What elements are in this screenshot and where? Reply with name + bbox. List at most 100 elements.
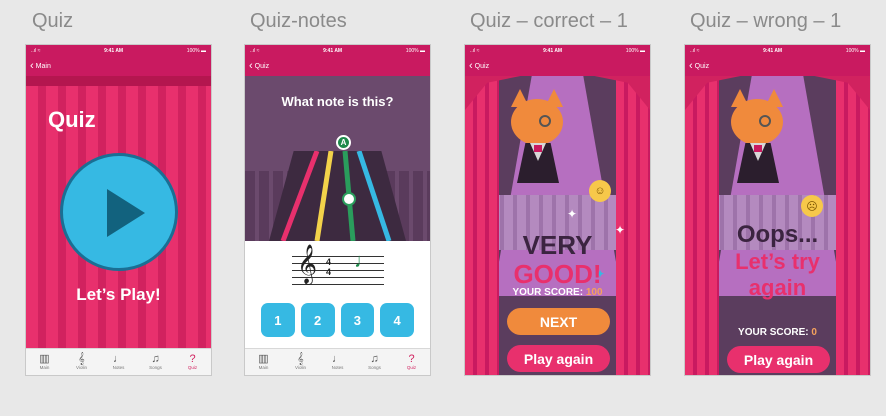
board-label-quiz: Quiz xyxy=(32,10,74,32)
tab-label: Violin xyxy=(76,365,87,370)
smile-emoji-icon: ☺ xyxy=(589,180,611,202)
bow-tie-icon xyxy=(534,145,542,152)
battery-indicator: 100% ▬ xyxy=(186,47,206,54)
answer-button-2[interactable]: 2 xyxy=(300,303,335,337)
cat-head xyxy=(511,99,563,145)
battery-indicator: 100% ▬ xyxy=(625,47,645,54)
cat-mascot xyxy=(727,89,787,189)
tab-quiz[interactable]: ? Quiz xyxy=(393,349,430,375)
quarter-note-icon: ♩ xyxy=(354,250,374,272)
headline-lets-try: Let’s try xyxy=(735,249,820,274)
question-icon: ? xyxy=(408,353,415,365)
back-button-label[interactable]: Quiz xyxy=(695,63,709,70)
play-icon xyxy=(107,189,145,237)
tab-notes[interactable]: ♩ Notes xyxy=(100,349,137,375)
answer-button-3[interactable]: 3 xyxy=(340,303,375,337)
fretboard xyxy=(269,151,406,241)
tab-violin[interactable]: 𝄞 Violin xyxy=(63,349,100,375)
tab-songs[interactable]: ♫ Songs xyxy=(137,349,174,375)
tab-label: Quiz xyxy=(187,365,198,370)
chevron-left-icon[interactable]: ‹ xyxy=(249,60,253,72)
score-label: YOUR SCORE: xyxy=(738,327,809,338)
status-time: 9:41 AM xyxy=(763,47,783,54)
signal-icon: ..ıl ≈ xyxy=(470,47,480,54)
answer-options: 1 2 3 4 xyxy=(261,303,414,337)
board-label-quiz-notes: Quiz-notes xyxy=(250,10,347,32)
violin-icon: 𝄞 xyxy=(297,353,304,365)
chevron-left-icon[interactable]: ‹ xyxy=(469,60,473,72)
chevron-left-icon[interactable]: ‹ xyxy=(30,60,34,72)
status-time: 9:41 AM xyxy=(323,47,343,54)
board-label-quiz-wrong: Quiz – wrong – 1 xyxy=(690,10,842,32)
play-button[interactable] xyxy=(60,153,178,271)
tab-songs[interactable]: ♫ Songs xyxy=(356,349,393,375)
phone-quiz-wrong: ..ıl ≈ 9:41 AM 100% ▬ ‹ Quiz ☹ Oops... L… xyxy=(684,44,871,376)
tab-quiz[interactable]: ? Quiz xyxy=(174,349,211,375)
tab-notes[interactable]: ♩ Notes xyxy=(319,349,356,375)
score-display: YOUR SCORE: 100 xyxy=(465,287,650,298)
score-label: YOUR SCORE: xyxy=(512,287,584,298)
signal-icon: ..ıl ≈ xyxy=(250,47,260,54)
time-signature: 44 xyxy=(326,257,332,277)
violin-strings xyxy=(280,151,392,241)
tab-label: Main xyxy=(258,365,269,370)
nav-bar: ‹ Quiz xyxy=(465,56,650,76)
headline-very: VERY xyxy=(522,230,593,260)
status-bar: ..ıl ≈ 9:41 AM 100% ▬ xyxy=(465,45,650,56)
signal-icon: ..ıl ≈ xyxy=(690,47,700,54)
cat-mascot xyxy=(507,89,567,189)
treble-clef-icon: 𝄞 xyxy=(297,244,318,284)
score-display: YOUR SCORE: 0 xyxy=(685,327,870,338)
main-icon: ▥ xyxy=(258,353,269,365)
score-value: 0 xyxy=(811,327,817,338)
phone-quiz-correct: ..ıl ≈ 9:41 AM 100% ▬ ‹ Quiz ☺ ✦ ✦ ✦ VER… xyxy=(464,44,651,376)
staff-line xyxy=(292,284,384,285)
tab-label: Main xyxy=(39,365,50,370)
music-staff: 𝄞 44 ♩ xyxy=(292,244,384,290)
status-bar: ..ıl ≈ 9:41 AM 100% ▬ xyxy=(685,45,870,56)
status-bar: ..ıl ≈ 9:41 AM 100% ▬ xyxy=(245,45,430,56)
answer-button-4[interactable]: 4 xyxy=(380,303,414,337)
tab-label: Songs xyxy=(368,365,381,370)
note-icon: ♩ xyxy=(113,353,124,365)
worried-emoji-icon: ☹ xyxy=(801,195,823,217)
songs-icon: ♫ xyxy=(370,353,379,365)
phone-quiz-notes: ..ıl ≈ 9:41 AM 100% ▬ ‹ Quiz What note i… xyxy=(244,44,431,376)
answer-button-1[interactable]: 1 xyxy=(261,303,295,337)
back-button-label[interactable]: Quiz xyxy=(475,63,489,70)
songs-icon: ♫ xyxy=(151,353,160,365)
back-button-label[interactable]: Main xyxy=(36,63,51,70)
status-time: 9:41 AM xyxy=(104,47,124,54)
violin-icon: 𝄞 xyxy=(78,353,85,365)
tab-bar: ▥ Main 𝄞 Violin ♩ Notes ♫ Songs ? Quiz xyxy=(245,348,430,375)
next-button[interactable]: NEXT xyxy=(507,308,610,335)
score-value: 100 xyxy=(585,287,603,298)
question-title: What note is this? xyxy=(281,94,394,109)
main-icon: ▥ xyxy=(39,353,50,365)
bow-tie-icon xyxy=(754,145,762,152)
tab-label: Notes xyxy=(112,365,125,370)
monocle-icon xyxy=(539,115,551,127)
battery-indicator: 100% ▬ xyxy=(405,47,425,54)
headline-oops: Oops... xyxy=(736,221,819,248)
tab-label: Violin xyxy=(295,365,306,370)
tab-label: Songs xyxy=(149,365,162,370)
back-button-label[interactable]: Quiz xyxy=(255,63,269,70)
lets-play-label: Let’s Play! xyxy=(76,285,161,304)
curtain-valance xyxy=(26,76,211,86)
play-again-button[interactable]: Play again xyxy=(727,346,830,373)
tab-violin[interactable]: 𝄞 Violin xyxy=(282,349,319,375)
tab-main[interactable]: ▥ Main xyxy=(245,349,282,375)
page-title: Quiz xyxy=(48,107,96,132)
tab-main[interactable]: ▥ Main xyxy=(26,349,63,375)
chevron-left-icon[interactable]: ‹ xyxy=(689,60,693,72)
battery-indicator: 100% ▬ xyxy=(845,47,865,54)
nav-bar: ‹ Quiz xyxy=(245,56,430,76)
tab-bar: ▥ Main 𝄞 Violin ♩ Notes ♫ Songs ? Quiz xyxy=(26,348,211,375)
play-again-button[interactable]: Play again xyxy=(507,345,610,372)
headline-good: GOOD! xyxy=(513,259,602,289)
monocle-icon xyxy=(759,115,771,127)
board-label-quiz-correct: Quiz – correct – 1 xyxy=(470,10,628,32)
curtain-left xyxy=(465,76,499,375)
nav-bar: ‹ Main xyxy=(26,56,211,76)
